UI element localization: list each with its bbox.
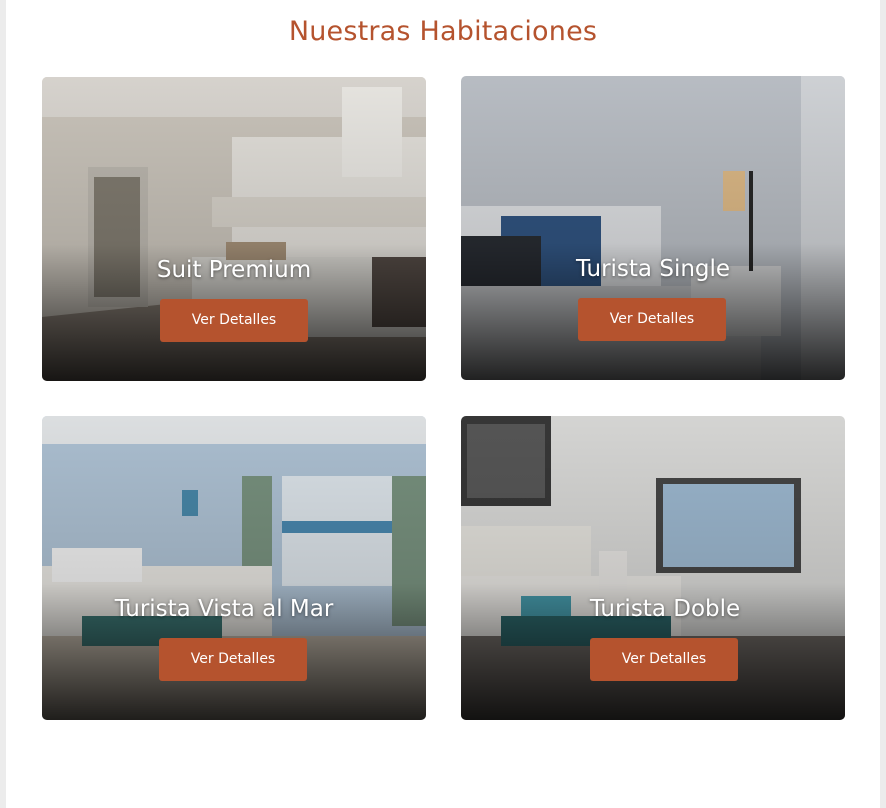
room-name: Turista Vista al Mar (114, 596, 334, 622)
details-button-turista-single[interactable]: Ver Detalles (578, 298, 726, 341)
details-button-turista-vista-al-mar[interactable]: Ver Detalles (159, 638, 307, 681)
page: Nuestras Habitaciones Suit Premium Ver D… (6, 0, 880, 808)
room-card-suit-premium[interactable]: Suit Premium Ver Detalles (42, 77, 426, 381)
room-name: Turista Single (575, 256, 731, 282)
details-button-suit-premium[interactable]: Ver Detalles (160, 299, 308, 342)
room-name: Suit Premium (156, 257, 312, 283)
room-card-turista-single[interactable]: Turista Single Ver Detalles (461, 76, 845, 380)
section-title: Nuestras Habitaciones (288, 16, 598, 47)
room-card-turista-doble[interactable]: Turista Doble Ver Detalles (461, 416, 845, 720)
details-button-turista-doble[interactable]: Ver Detalles (590, 638, 738, 681)
room-card-turista-vista-al-mar[interactable]: Turista Vista al Mar Ver Detalles (42, 416, 426, 720)
room-name: Turista Doble (589, 596, 741, 622)
